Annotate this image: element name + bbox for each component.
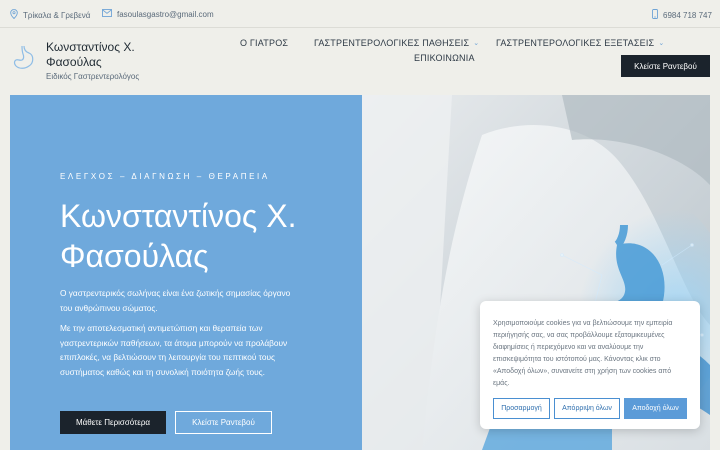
nav-item-contact[interactable]: ΕΠΙΚΟΙΝΩΝΙΑ: [414, 53, 475, 63]
hero-eyebrow: ΕΛΕΓΧΟΣ – ΔΙΑΓΝΩΣΗ – ΘΕΡΑΠΕΙΑ: [60, 172, 270, 181]
nav-item-conditions[interactable]: ΓΑΣΤΡΕΝΤΕΡΟΛΟΓΙΚΕΣ ΠΑΘΗΣΕΙΣ ⌄: [314, 38, 479, 48]
phone-link[interactable]: 6984 718 747: [652, 9, 712, 21]
location-info: Τρίκαλα & Γρεβενά: [10, 9, 90, 21]
envelope-icon: [102, 9, 112, 19]
cookie-consent-banner: Χρησιμοποιούμε cookies για να βελτιώσουμ…: [480, 301, 700, 429]
chevron-down-icon: ⌄: [658, 40, 665, 47]
brand-name[interactable]: Κωνσταντίνος Χ. Φασούλας: [46, 40, 156, 70]
nav-item-exams[interactable]: ΓΑΣΤΡΕΝΤΕΡΟΛΟΓΙΚΕΣ ΕΞΕΤΑΣΕΙΣ ⌄: [496, 38, 664, 48]
hero-paragraph-2: Με την αποτελεσματική αντιμετώπιση και θ…: [60, 323, 288, 377]
nav-label: ΕΠΙΚΟΙΝΩΝΙΑ: [414, 53, 475, 63]
map-pin-icon: [10, 9, 18, 21]
chevron-down-icon: ⌄: [473, 40, 480, 47]
hero-title: Κωνσταντίνος Χ. Φασούλας: [60, 198, 297, 274]
nav-item-doctor[interactable]: Ο ΓΙΑΤΡΟΣ: [240, 38, 288, 48]
book-appointment-button[interactable]: Κλείστε Ραντεβού: [621, 55, 710, 77]
stomach-icon[interactable]: [12, 44, 36, 74]
phone-text[interactable]: 6984 718 747: [663, 11, 712, 20]
nav-label: ΓΑΣΤΡΕΝΤΕΡΟΛΟΓΙΚΕΣ ΠΑΘΗΣΕΙΣ: [314, 38, 470, 48]
cookie-text: Χρησιμοποιούμε cookies για να βελτιώσουμ…: [493, 320, 673, 387]
accept-all-button[interactable]: Αποδοχή όλων: [624, 398, 687, 419]
email-link[interactable]: fasoulasgastro@gmail.com: [102, 9, 214, 19]
learn-more-button[interactable]: Μάθετε Περισσότερα: [60, 411, 166, 434]
hero-book-button[interactable]: Κλείστε Ραντεβού: [175, 411, 272, 434]
nav-label: ΓΑΣΤΡΕΝΤΕΡΟΛΟΓΙΚΕΣ ΕΞΕΤΑΣΕΙΣ: [496, 38, 655, 48]
brand-subtitle: Ειδικός Γαστρεντερολόγος: [46, 72, 140, 81]
reject-all-button[interactable]: Απόρριψη όλων: [554, 398, 620, 419]
phone-icon: [652, 9, 658, 21]
location-text: Τρίκαλα & Γρεβενά: [23, 10, 91, 20]
customize-cookies-button[interactable]: Προσαρμογή: [493, 398, 550, 419]
top-bar: Τρίκαλα & Γρεβενά fasoulasgastro@gmail.c…: [0, 0, 720, 28]
nav-label: Ο ΓΙΑΤΡΟΣ: [240, 38, 289, 48]
hero-paragraph-1: Ο γαστρεντερικός σωλήνας είναι ένα ζωτικ…: [60, 288, 291, 313]
email-text[interactable]: fasoulasgastro@gmail.com: [117, 10, 214, 19]
